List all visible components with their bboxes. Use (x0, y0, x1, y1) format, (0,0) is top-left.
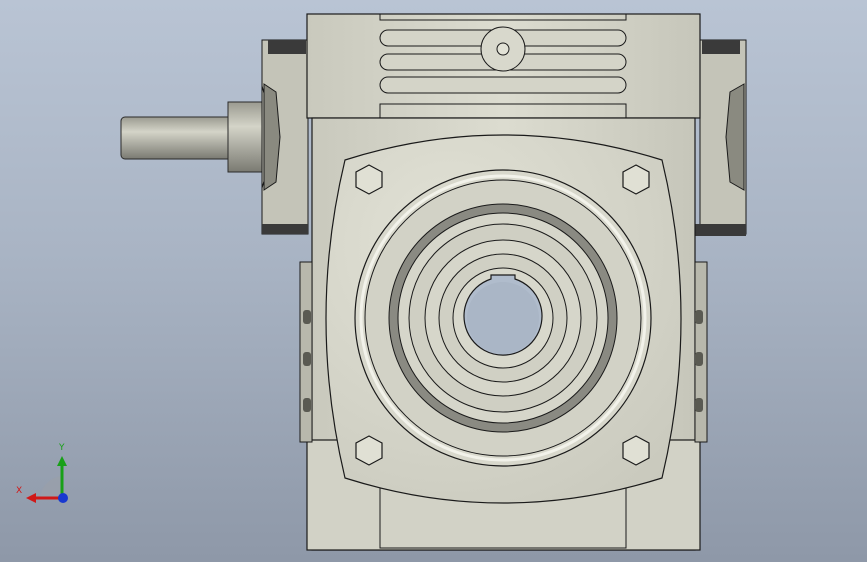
bolt-bottom-left-icon (355, 435, 383, 466)
bolt-bottom-right-icon (622, 435, 650, 466)
right-bearing-housing (694, 39, 747, 236)
worm-gearbox-model[interactable] (0, 0, 867, 562)
x-axis-label: X (16, 486, 23, 496)
input-shaft (120, 101, 263, 173)
vent-slots (379, 26, 627, 94)
coordinate-triad (26, 456, 68, 503)
bolt-top-right-icon (622, 164, 650, 195)
bolt-top-left-icon (355, 164, 383, 195)
left-bearing-housing (261, 39, 309, 235)
z-axis-dot-icon (58, 493, 68, 503)
3d-viewport[interactable]: X Y (0, 0, 867, 562)
y-axis-label: Y (59, 443, 65, 453)
output-bore-rings (354, 169, 652, 467)
